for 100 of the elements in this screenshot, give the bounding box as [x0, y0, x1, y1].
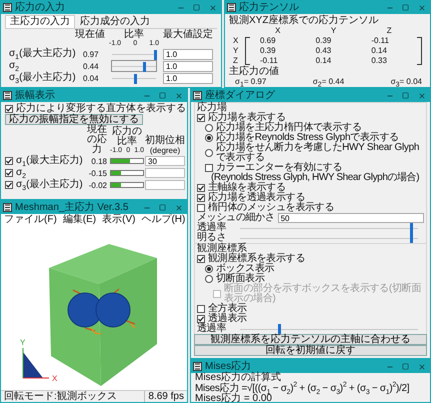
checkbox[interactable] — [197, 194, 205, 202]
radio-button[interactable] — [205, 265, 213, 273]
checkbox[interactable] — [197, 114, 205, 122]
axis-label: Y — [20, 338, 26, 347]
principal-value: σ$_{3}$= 0.04 — [390, 77, 422, 86]
maximize-icon[interactable] — [402, 363, 409, 370]
menu-item[interactable]: 表示(V) — [102, 214, 136, 226]
app-icon — [3, 203, 12, 212]
slider-thumb[interactable] — [410, 233, 413, 243]
app-icon — [193, 91, 202, 100]
column-header: 現在の応力 — [86, 125, 108, 155]
maximize-icon[interactable] — [402, 92, 409, 99]
maximize-icon[interactable] — [193, 4, 200, 11]
radio-label: 応力場をReynolds Stress Glyphで表示する — [216, 133, 399, 143]
close-icon[interactable] — [418, 362, 426, 370]
app-icon — [3, 3, 12, 12]
checkbox-label: 楕円体のメッシュを表示する — [208, 203, 334, 213]
matrix-value: -0.11 — [370, 36, 390, 46]
matrix-value: 0.39 — [259, 46, 277, 56]
checkbox-label: 観測座標系を表示する — [208, 254, 306, 264]
checkbox[interactable] — [205, 164, 213, 172]
checkbox[interactable] — [197, 305, 205, 313]
close-icon[interactable] — [174, 92, 182, 100]
column-header: 初期位相 — [145, 136, 185, 146]
dialog-button[interactable]: 回転を初期値に戻す — [194, 345, 427, 356]
row-label: σ$_{1}$(最大主応力) — [9, 48, 77, 60]
matrix-value: 0.43 — [314, 46, 332, 56]
dialog-button[interactable]: 観測座標系を応力テンソルの主軸に合わせる — [194, 334, 427, 345]
checkbox[interactable] — [5, 104, 13, 112]
slider-thumb[interactable] — [154, 50, 158, 60]
maximize-icon[interactable] — [159, 92, 166, 99]
checkbox[interactable] — [197, 204, 205, 212]
principal-value: σ$_{2}$= 0.44 — [312, 77, 344, 86]
slider-label: 透過率 — [197, 324, 226, 334]
maximize-icon[interactable] — [159, 204, 166, 211]
radio-button[interactable] — [205, 149, 213, 157]
slider-label: 透過率 — [197, 223, 228, 233]
slider-thumb[interactable] — [410, 223, 413, 233]
section-heading: 主応力の値 — [229, 66, 280, 77]
close-icon[interactable] — [174, 204, 182, 212]
max-value-field[interactable]: 1.0 — [163, 48, 213, 60]
disable-amplitude-button[interactable]: 応力の振幅指定を無効にする — [5, 114, 143, 125]
row-label: X — [233, 36, 240, 46]
menu-item[interactable]: 編集(E) — [62, 214, 96, 226]
slider-label: 明るさ — [197, 233, 226, 243]
checkbox[interactable] — [197, 184, 205, 192]
column-header: 応力の比率 — [111, 127, 143, 147]
slider-thumb[interactable] — [134, 74, 137, 84]
matrix-value: 0.39 — [314, 36, 332, 46]
phase-field[interactable] — [145, 168, 185, 178]
maximize-icon[interactable] — [402, 4, 409, 11]
column-header: Z — [386, 26, 393, 36]
formula-heading: Mises応力の計算式 — [195, 373, 282, 383]
row-label: Y — [233, 46, 240, 56]
close-icon[interactable] — [208, 4, 216, 12]
checkbox[interactable] — [5, 181, 13, 189]
radio-button[interactable] — [205, 134, 213, 142]
field-label: メッシュの細かさ — [197, 213, 275, 223]
checkbox-label: 全方表示 — [208, 304, 247, 314]
row-label: σ$_{2}$ — [16, 167, 26, 179]
checkbox[interactable] — [197, 255, 205, 263]
max-value-field[interactable]: 1.0 — [163, 60, 213, 72]
phase-field[interactable] — [145, 180, 185, 190]
row-label: σ$_{1}$(最大主応力) — [16, 155, 84, 167]
slider-thumb[interactable] — [142, 62, 146, 72]
tab[interactable]: 主応力の入力 — [5, 15, 75, 28]
group-label: 応力場 — [197, 103, 227, 113]
app-icon — [193, 362, 202, 371]
section-heading: 観測XYZ座標系での応力テンソル — [229, 15, 380, 26]
matrix-value: -0.11 — [260, 56, 279, 66]
max-value-field[interactable]: 1.0 — [163, 72, 213, 84]
checkbox-label: 主軸線を表示する — [208, 183, 286, 193]
phase-field[interactable]: 30 — [145, 156, 185, 166]
checkbox[interactable] — [5, 169, 13, 177]
menu-item[interactable]: ヘルプ(H) — [141, 214, 186, 226]
right-bracket — [417, 37, 422, 65]
left-bracket — [245, 37, 250, 65]
window-title: 座標ダイアログ — [205, 90, 276, 102]
close-icon[interactable] — [418, 92, 426, 100]
current-value: 0.18 — [90, 156, 108, 166]
radio-label: 切断面表示 — [216, 274, 265, 284]
radio-label: 応力場をせん断力を考慮したHWY Shear Glyphで表示する — [216, 143, 420, 163]
checkbox[interactable] — [197, 315, 205, 323]
current-value: 0.97 — [83, 50, 100, 58]
menu-item[interactable]: ファイル(F) — [4, 214, 57, 226]
checkbox-label: 応力場を透過表示する — [208, 193, 306, 203]
current-value: -0.15 — [88, 168, 108, 178]
radio-button[interactable] — [205, 124, 213, 132]
row-label: σ$_{3}$(最小主応力) — [9, 72, 77, 84]
radio-button[interactable] — [205, 275, 213, 283]
slider[interactable] — [111, 60, 157, 72]
slider-thumb[interactable] — [278, 324, 282, 334]
column-header: 最大値設定 — [163, 29, 213, 40]
close-icon[interactable] — [418, 4, 426, 12]
row-label: σ$_{3}$(最小主応力) — [16, 179, 84, 191]
mesh-field[interactable]: 50 — [278, 213, 424, 223]
checkbox[interactable] — [5, 157, 13, 165]
column-header: Y — [330, 26, 338, 36]
window-title: Meshman_主応力 Ver.3.5 — [15, 202, 130, 214]
checkbox-label: 応力により変形する直方体を表示する — [16, 103, 186, 114]
